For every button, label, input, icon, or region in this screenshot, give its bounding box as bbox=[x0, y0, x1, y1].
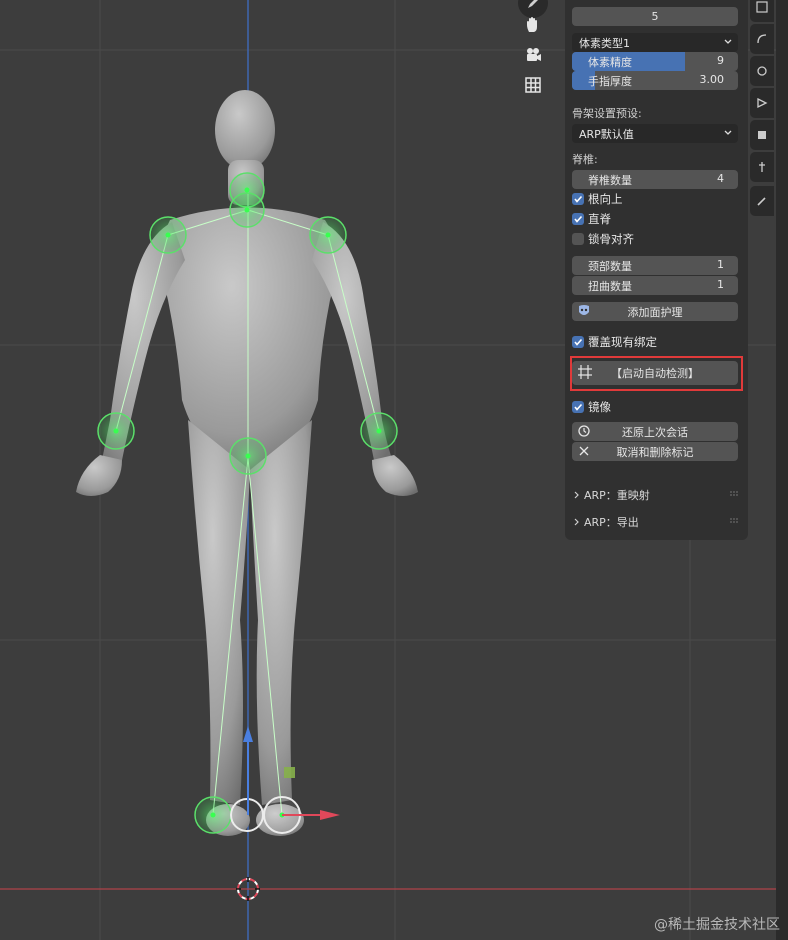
spine-count-value: 4 bbox=[717, 172, 724, 185]
restore-session-label: 还原上次会话 bbox=[622, 426, 688, 439]
checkbox-unchecked-icon bbox=[572, 233, 584, 245]
tab-view-icon[interactable] bbox=[750, 56, 774, 86]
chevron-right-icon bbox=[574, 491, 579, 499]
checkbox-checked-icon bbox=[572, 401, 584, 413]
spine-count-field[interactable]: 脊椎数量 4 bbox=[572, 170, 738, 189]
tab-arp-icon[interactable] bbox=[750, 120, 774, 150]
watermark-text: @稀土掘金技术社区 bbox=[654, 917, 780, 933]
hand-pan-icon[interactable] bbox=[518, 10, 548, 40]
add-face-rig-button[interactable]: 添加面护理 bbox=[572, 302, 738, 321]
neck-count-label: 颈部数量 bbox=[588, 260, 632, 273]
voxel-type-dropdown[interactable]: 体素类型1 bbox=[572, 33, 738, 52]
root-up-checkbox[interactable]: 根向上 bbox=[572, 191, 623, 207]
checkbox-checked-icon bbox=[572, 213, 584, 225]
chevron-down-icon bbox=[724, 39, 732, 44]
twist-count-label: 扭曲数量 bbox=[588, 280, 632, 293]
tab-item-icon[interactable] bbox=[750, 0, 774, 22]
clavicle-align-label: 锁骨对齐 bbox=[588, 232, 634, 246]
neck-count-field[interactable]: 颈部数量 1 bbox=[572, 256, 738, 275]
finger-thickness-label: 手指厚度 bbox=[588, 75, 632, 88]
spine-section-label: 脊椎: bbox=[572, 153, 598, 166]
top-value-text: 5 bbox=[651, 10, 659, 23]
properties-edge bbox=[776, 0, 788, 940]
overwrite-binding-checkbox[interactable]: 覆盖现有绑定 bbox=[572, 334, 657, 350]
voxel-precision-value: 9 bbox=[717, 54, 724, 67]
neck-count-value: 1 bbox=[717, 258, 724, 271]
plane-handle-icon bbox=[284, 767, 295, 778]
clavicle-align-checkbox[interactable]: 锁骨对齐 bbox=[572, 231, 634, 247]
chevron-right-icon bbox=[574, 518, 579, 526]
twist-count-field[interactable]: 扭曲数量 1 bbox=[572, 276, 738, 295]
subpanel-export[interactable]: ARP：导出 bbox=[572, 514, 742, 530]
highlight-frame bbox=[570, 356, 743, 391]
x-arrow-icon bbox=[320, 810, 340, 820]
tab-tool-icon[interactable] bbox=[750, 24, 774, 54]
subpanel-remap[interactable]: ARP：重映射 bbox=[572, 487, 742, 503]
voxel-precision-label: 体素精度 bbox=[588, 56, 632, 69]
top-value-field[interactable]: 5 bbox=[572, 7, 738, 26]
camera-icon[interactable] bbox=[518, 40, 548, 70]
subpanel-export-label: ARP：导出 bbox=[584, 516, 639, 529]
twist-count-value: 1 bbox=[717, 278, 724, 291]
subpanel-remap-label: ARP：重映射 bbox=[584, 489, 650, 502]
mirror-label: 镜像 bbox=[588, 400, 611, 414]
drag-grip-icon[interactable] bbox=[730, 518, 740, 524]
drag-grip-icon[interactable] bbox=[730, 491, 740, 497]
restore-session-button[interactable]: 还原上次会话 bbox=[572, 422, 738, 441]
tab-edit-icon[interactable] bbox=[750, 186, 774, 216]
grid-ortho-icon[interactable] bbox=[518, 70, 548, 100]
mirror-checkbox[interactable]: 镜像 bbox=[572, 399, 611, 415]
spine-count-label: 脊椎数量 bbox=[588, 174, 632, 187]
rig-preset-dropdown[interactable]: ARP默认值 bbox=[572, 124, 738, 143]
add-face-rig-label: 添加面护理 bbox=[627, 306, 683, 319]
tab-misc-icon[interactable] bbox=[750, 152, 774, 182]
checkbox-checked-icon bbox=[572, 336, 584, 348]
chevron-down-icon bbox=[724, 130, 732, 135]
z-arrow-icon bbox=[243, 726, 253, 742]
voxel-type-text: 体素类型1 bbox=[579, 37, 630, 50]
straight-spine-label: 直脊 bbox=[588, 212, 611, 226]
tab-rig-icon[interactable] bbox=[750, 88, 774, 118]
finger-thickness-slider[interactable]: 手指厚度 3.00 bbox=[572, 71, 738, 90]
sidebar-tabs bbox=[750, 0, 774, 240]
cancel-delete-button[interactable]: 取消和删除标记 bbox=[572, 442, 738, 461]
finger-thickness-value: 3.00 bbox=[699, 73, 725, 86]
rig-preset-label: 骨架设置预设: bbox=[572, 107, 642, 120]
overwrite-binding-label: 覆盖现有绑定 bbox=[588, 335, 657, 349]
voxel-precision-slider[interactable]: 体素精度 9 bbox=[572, 52, 738, 71]
rig-preset-text: ARP默认值 bbox=[579, 128, 634, 141]
cancel-delete-label: 取消和删除标记 bbox=[616, 446, 694, 459]
straight-spine-checkbox[interactable]: 直脊 bbox=[572, 211, 611, 227]
checkbox-checked-icon bbox=[572, 193, 584, 205]
root-up-label: 根向上 bbox=[588, 192, 623, 206]
